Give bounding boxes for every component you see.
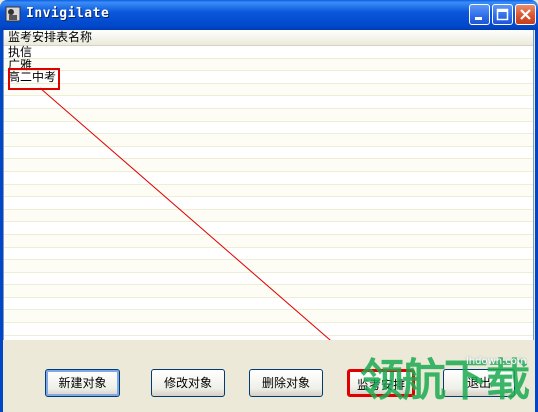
watermark: 领航下载 lhdown.com bbox=[360, 350, 538, 412]
delete-object-button[interactable]: 删除对象 bbox=[249, 369, 323, 397]
watermark-url: lhdown.com bbox=[466, 356, 527, 367]
new-object-button[interactable]: 新建对象 bbox=[45, 369, 120, 397]
edit-object-button[interactable]: 修改对象 bbox=[151, 369, 225, 397]
